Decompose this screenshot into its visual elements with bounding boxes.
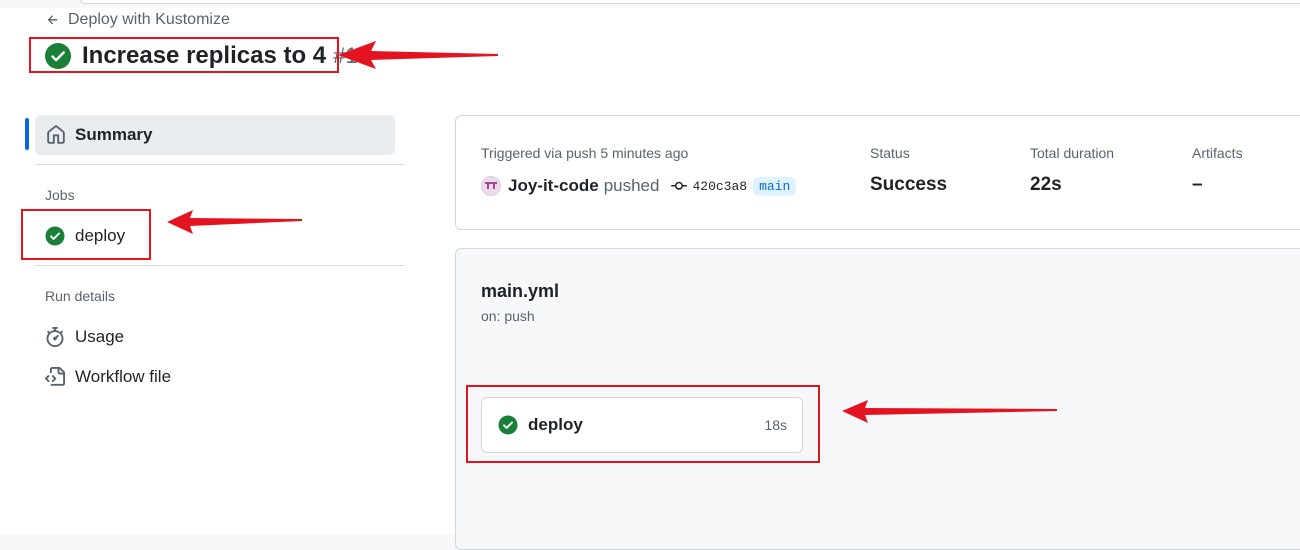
workflow-file-icon [45,367,65,386]
duration-stat: Total duration 22s [1030,145,1114,196]
triggered-text: Triggered via push 5 minutes ago [481,145,689,161]
arrow-left-icon [47,15,58,25]
annotation-box-sidebar-job [21,209,151,260]
stopwatch-icon [46,327,64,347]
status-stat: Status Success [870,145,947,196]
commit-user[interactable]: Joy-it-code [508,176,599,196]
commit-row: Joy-it-code pushed 420c3a8 main [481,176,797,196]
workflow-file-name[interactable]: main.yml [481,281,559,302]
status-value: Success [870,174,948,195]
commit-action: pushed [603,176,660,195]
annotation-arrow-title [338,41,498,69]
branch-badge[interactable]: main [753,176,797,196]
run-summary-card: Triggered via push 5 minutes ago Joy-it-… [455,115,1300,230]
artifacts-label: Artifacts [1192,145,1243,161]
duration-value: 22s [1030,174,1062,195]
sidebar-item-usage[interactable]: Usage [45,327,124,347]
run-details-heading: Run details [45,288,116,304]
sidebar-divider [35,265,405,266]
git-commit-icon [671,178,688,194]
annotation-arrow-job-node [842,400,1057,423]
commit-sha[interactable]: 420c3a8 [692,179,747,194]
nav-active-indicator [25,118,29,150]
artifacts-stat: Artifacts – [1192,145,1243,196]
jobs-heading: Jobs [45,187,75,203]
sidebar-divider [35,164,405,165]
artifacts-value: – [1192,174,1203,195]
status-label: Status [870,145,910,161]
back-link[interactable]: Deploy with Kustomize [46,11,230,29]
top-border [80,0,1300,4]
workflow-trigger: on: push [481,308,535,324]
sidebar-item-summary-label: Summary [75,125,153,144]
annotation-box-job-node [466,385,820,463]
sidebar-item-workflow-file[interactable]: Workflow file [45,367,171,387]
sidebar-item-usage-label: Usage [75,327,125,346]
annotation-box-title [29,37,339,73]
sidebar-item-workflow-file-label: Workflow file [75,367,172,386]
annotation-arrow-sidebar-job [167,210,302,234]
home-icon [46,125,66,145]
sidebar-item-summary[interactable]: Summary [35,115,395,155]
avatar-icon[interactable] [481,176,501,196]
duration-label: Total duration [1030,145,1115,161]
back-link-label: Deploy with Kustomize [68,11,230,28]
